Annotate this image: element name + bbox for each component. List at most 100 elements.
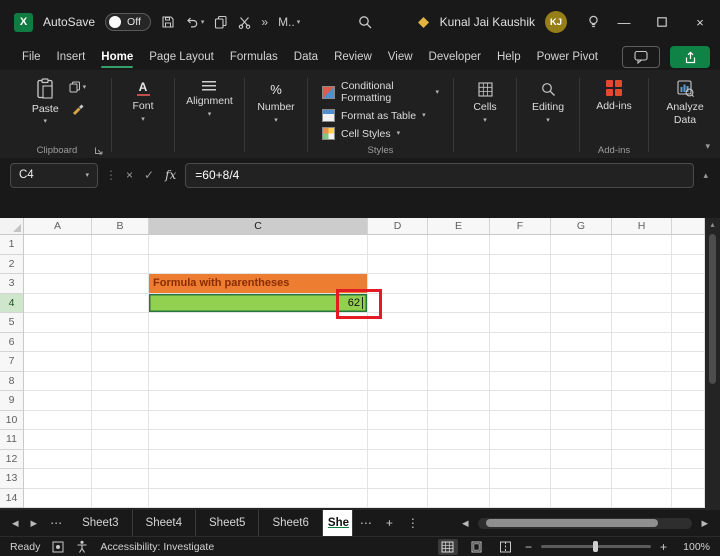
- cell-H7[interactable]: [612, 352, 672, 372]
- cell-F12[interactable]: [490, 450, 551, 470]
- sheet-options-icon[interactable]: ⋮: [400, 516, 426, 530]
- cell-F4[interactable]: [490, 294, 551, 314]
- cell-E6[interactable]: [428, 333, 490, 353]
- column-header-B[interactable]: B: [92, 218, 149, 235]
- cell-G3[interactable]: [551, 274, 612, 294]
- column-header-E[interactable]: E: [428, 218, 490, 235]
- cell-A8[interactable]: [24, 372, 92, 392]
- cell-G8[interactable]: [551, 372, 612, 392]
- vertical-scrollbar[interactable]: ▴: [705, 218, 720, 510]
- cell-C7[interactable]: [149, 352, 368, 372]
- styles-item-format-as-table[interactable]: Format as Table▾: [319, 107, 442, 124]
- normal-view-icon[interactable]: [438, 539, 458, 555]
- cell-H10[interactable]: [612, 411, 672, 431]
- share-button[interactable]: [670, 46, 710, 68]
- cell-F2[interactable]: [490, 255, 551, 275]
- cell-F9[interactable]: [490, 391, 551, 411]
- column-header-F[interactable]: F: [490, 218, 551, 235]
- zoom-out-button[interactable]: −: [525, 540, 532, 554]
- cell-B11[interactable]: [92, 430, 149, 450]
- cell-C1[interactable]: [149, 235, 368, 255]
- expand-formula-bar-icon[interactable]: ▴: [701, 170, 710, 181]
- styles-item-cell-styles[interactable]: Cell Styles▾: [319, 125, 442, 142]
- comments-button[interactable]: [622, 46, 660, 68]
- cell-H1[interactable]: [612, 235, 672, 255]
- user-name[interactable]: Kunal Jai Kaushik: [440, 15, 535, 29]
- cell-H5[interactable]: [612, 313, 672, 333]
- insert-function-button[interactable]: fx: [163, 168, 178, 182]
- cell-E3[interactable]: [428, 274, 490, 294]
- analyze-data-button[interactable]: Analyze Data: [654, 74, 716, 126]
- cell-E2[interactable]: [428, 255, 490, 275]
- cell-C2[interactable]: [149, 255, 368, 275]
- row-header-6[interactable]: 6: [0, 333, 24, 353]
- cell-E12[interactable]: [428, 450, 490, 470]
- cell-C14[interactable]: [149, 489, 368, 509]
- cells-group-button[interactable]: Cells ▾: [459, 74, 511, 158]
- ribbon-group-font[interactable]: AFont▾: [117, 74, 169, 158]
- search-icon[interactable]: [358, 15, 373, 30]
- cell-E8[interactable]: [428, 372, 490, 392]
- select-all-corner[interactable]: [0, 218, 24, 235]
- hscroll-track[interactable]: [478, 518, 693, 529]
- avatar[interactable]: KJ: [545, 11, 567, 33]
- cell-C9[interactable]: [149, 391, 368, 411]
- cell-D1[interactable]: [368, 235, 428, 255]
- hscroll-left-icon[interactable]: ◀: [456, 518, 475, 529]
- name-box-dropdown-icon[interactable]: ▾: [85, 172, 89, 179]
- more-commands-icon[interactable]: »: [261, 15, 268, 29]
- ribbon-group-number[interactable]: %Number▾: [250, 74, 302, 158]
- cell-H11[interactable]: [612, 430, 672, 450]
- cell-G4[interactable]: [551, 294, 612, 314]
- cell-D6[interactable]: [368, 333, 428, 353]
- format-painter-icon[interactable]: [69, 102, 87, 115]
- menu-tab-insert[interactable]: Insert: [49, 46, 94, 68]
- row-header-14[interactable]: 14: [0, 489, 24, 509]
- cell-H6[interactable]: [612, 333, 672, 353]
- cell-B7[interactable]: [92, 352, 149, 372]
- row-header-3[interactable]: 3: [0, 274, 24, 294]
- cell-B5[interactable]: [92, 313, 149, 333]
- menu-tab-data[interactable]: Data: [286, 46, 326, 68]
- macro-record-icon[interactable]: [52, 541, 64, 553]
- autosave-toggle[interactable]: Off: [105, 13, 151, 31]
- cell-G6[interactable]: [551, 333, 612, 353]
- row-header-12[interactable]: 12: [0, 450, 24, 470]
- cell-E11[interactable]: [428, 430, 490, 450]
- cell-H4[interactable]: [612, 294, 672, 314]
- cell-G14[interactable]: [551, 489, 612, 509]
- horizontal-scroll-thumb[interactable]: [486, 519, 658, 527]
- cell-B8[interactable]: [92, 372, 149, 392]
- cell-A11[interactable]: [24, 430, 92, 450]
- cell-F11[interactable]: [490, 430, 551, 450]
- row-header-13[interactable]: 13: [0, 469, 24, 489]
- cell-E10[interactable]: [428, 411, 490, 431]
- cell-H8[interactable]: [612, 372, 672, 392]
- column-header-A[interactable]: A: [24, 218, 92, 235]
- cell-F14[interactable]: [490, 489, 551, 509]
- row-header-9[interactable]: 9: [0, 391, 24, 411]
- cell-C8[interactable]: [149, 372, 368, 392]
- cell-D7[interactable]: [368, 352, 428, 372]
- cell-G5[interactable]: [551, 313, 612, 333]
- cell-B1[interactable]: [92, 235, 149, 255]
- accessibility-status[interactable]: Accessibility: Investigate: [100, 541, 214, 553]
- cell-A3[interactable]: [24, 274, 92, 294]
- zoom-slider-thumb[interactable]: [593, 541, 598, 552]
- cell-B13[interactable]: [92, 469, 149, 489]
- row-header-1[interactable]: 1: [0, 235, 24, 255]
- cell-E13[interactable]: [428, 469, 490, 489]
- maximize-button[interactable]: [648, 17, 676, 27]
- sheet-nav-right-icon[interactable]: ▶: [25, 518, 44, 529]
- styles-item-conditional-formatting[interactable]: Conditional Formatting▾: [319, 78, 442, 106]
- cell-C6[interactable]: [149, 333, 368, 353]
- column-header-D[interactable]: D: [368, 218, 428, 235]
- cell-A13[interactable]: [24, 469, 92, 489]
- cell-G7[interactable]: [551, 352, 612, 372]
- zoom-in-button[interactable]: +: [660, 540, 667, 554]
- cell-G9[interactable]: [551, 391, 612, 411]
- row-header-7[interactable]: 7: [0, 352, 24, 372]
- column-header-G[interactable]: G: [551, 218, 612, 235]
- cancel-icon[interactable]: ×: [124, 168, 135, 182]
- row-header-2[interactable]: 2: [0, 255, 24, 275]
